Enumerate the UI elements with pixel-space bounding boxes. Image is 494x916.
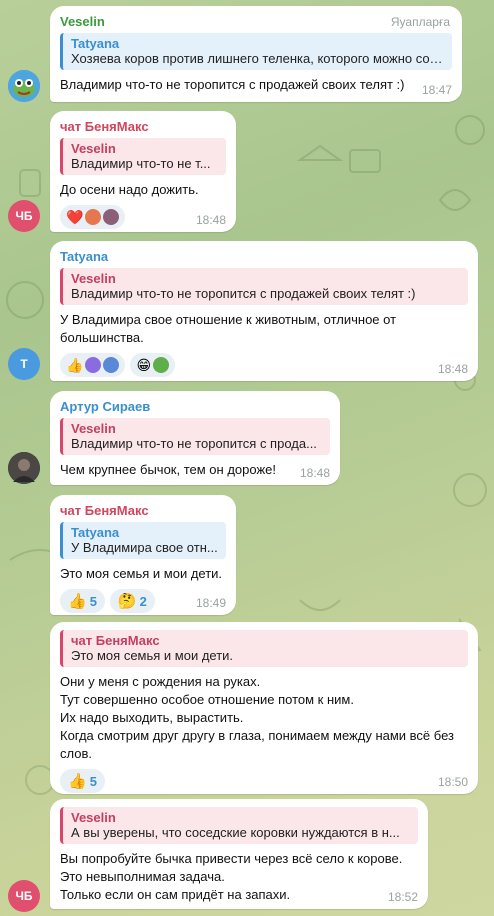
grinning-face-icon: 😁 [136,356,152,373]
message-text: Вы попробуйте бычка привести через всё с… [60,850,418,904]
reactor-avatar [85,209,102,225]
reaction-chip[interactable]: 🤔 2 [109,589,155,613]
message-line: Это невыполнимая задача. [60,869,225,884]
reply-quote[interactable]: Tatyana У Владимира свое отн... [60,522,226,559]
reply-quote[interactable]: Veselin А вы уверены, что соседские коро… [60,807,418,844]
reaction-count: 5 [89,773,97,789]
message-bubble[interactable]: Артур Сираев Veselin Владимир что-то не … [50,391,340,485]
message-bubble[interactable]: чат БеняМакс Veselin Владимир что-то не … [50,111,236,232]
reply-author: Tatyana [71,525,120,540]
frog-avatar-icon [8,70,40,102]
reply-author: Veselin [71,271,116,286]
thinking-face-icon: 🤔 [117,593,137,610]
avatar[interactable]: ЧБ [8,200,40,232]
reaction-chip[interactable]: ❤️ [60,205,126,229]
photo-avatar-icon [8,452,40,484]
reply-text: Владимир что-то не торопится с продажей … [71,286,416,301]
reactor-avatar [103,357,120,373]
message-text: У Владимира свое отношение к животным, о… [60,312,397,345]
reaction-count: 2 [139,593,147,609]
reactions: 👍 😁 [60,353,468,377]
message-line: Их надо выходить, вырастить. [60,710,244,725]
avatar[interactable] [8,452,40,484]
sender-name[interactable]: чат БеняМакс [60,119,226,134]
sender-name[interactable]: Tatyana [60,249,468,264]
reply-quote[interactable]: Veselin Владимир что-то не т... [60,138,226,175]
message-time: 18:47 [421,83,452,97]
reply-author: чат БеняМакс [71,633,160,648]
reply-text: Владимир что-то не торопится с прода... [71,436,317,451]
reply-author: Veselin [71,421,116,436]
sender-name[interactable]: чат БеняМакс [60,503,226,518]
reaction-chip[interactable]: 😁 [130,353,176,377]
thumbs-up-icon: 👍 [68,773,87,790]
reaction-chip[interactable]: 👍 5 [60,589,105,613]
message-text: Это моя семья и мои дети. [60,566,223,581]
member-role-label: Яуапларға [390,15,450,29]
thumbs-up-icon: 👍 [68,593,87,610]
message-line: Тут совершенно особое отношение потом к … [60,692,354,707]
message-time: 18:49 [195,596,226,610]
message-time: 18:48 [195,213,226,227]
reply-text: У Владимира свое отн... [71,540,218,555]
message-time: 18:50 [437,775,468,789]
thumbs-up-icon: 👍 [66,356,84,373]
message-bubble[interactable]: чат БеняМакс Tatyana У Владимира свое от… [50,495,236,615]
reply-text: Хозяева коров против лишнего теленка, ко… [71,51,446,66]
message-bubble[interactable]: чат БеняМакс Это моя семья и мои дети. О… [50,622,478,794]
message-line: Они у меня с рождения на руках. [60,674,261,689]
message-text: Владимир что-то не торопится с продажей … [60,77,405,92]
avatar[interactable]: ЧБ [8,880,40,912]
message-line: Вы попробуйте бычка привести через всё с… [60,851,403,866]
message-bubble[interactable]: Veselin А вы уверены, что соседские коро… [50,799,428,909]
heart-icon: ❤️ [66,208,84,225]
reactor-avatar [103,209,120,225]
message-time: 18:48 [437,362,468,376]
message-text: До осени надо дожить. [60,182,199,197]
message-bubble[interactable]: Veselin Яуапларға Tatyana Хозяева коров … [50,6,462,102]
reply-author: Veselin [71,141,116,156]
message-time: 18:52 [387,890,418,904]
reply-quote[interactable]: чат БеняМакс Это моя семья и мои дети. [60,630,468,667]
reply-quote[interactable]: Tatyana Хозяева коров против лишнего тел… [60,33,452,70]
avatar[interactable]: T [8,348,40,380]
message-text: Они у меня с рождения на руках. Тут сове… [60,673,468,763]
reply-text: Это моя семья и мои дети. [71,648,234,663]
reply-author: Veselin [71,810,116,825]
reactor-avatar [85,357,102,373]
reply-text: А вы уверены, что соседские коровки нужд… [71,825,400,840]
message-bubble[interactable]: Tatyana Veselin Владимир что-то не тороп… [50,241,478,381]
sender-name[interactable]: Артур Сираев [60,399,330,414]
message-line: Когда смотрим друг другу в глаза, понима… [60,728,454,761]
reaction-chip[interactable]: 👍 [60,353,126,377]
message-time: 18:48 [299,466,330,480]
reactor-avatar [153,357,170,373]
reactions: 👍 5 [60,769,468,793]
avatar[interactable] [8,70,40,102]
reply-quote[interactable]: Veselin Владимир что-то не торопится с п… [60,418,330,455]
reply-text: Владимир что-то не т... [71,156,211,171]
reaction-count: 5 [89,593,97,609]
message-text: Чем крупнее бычок, тем он дороже! [60,462,276,477]
message-line: Только если он сам придёт на запахи. [60,887,291,902]
reply-author: Tatyana [71,36,120,51]
reply-quote[interactable]: Veselin Владимир что-то не торопится с п… [60,268,468,305]
reaction-chip[interactable]: 👍 5 [60,769,105,793]
